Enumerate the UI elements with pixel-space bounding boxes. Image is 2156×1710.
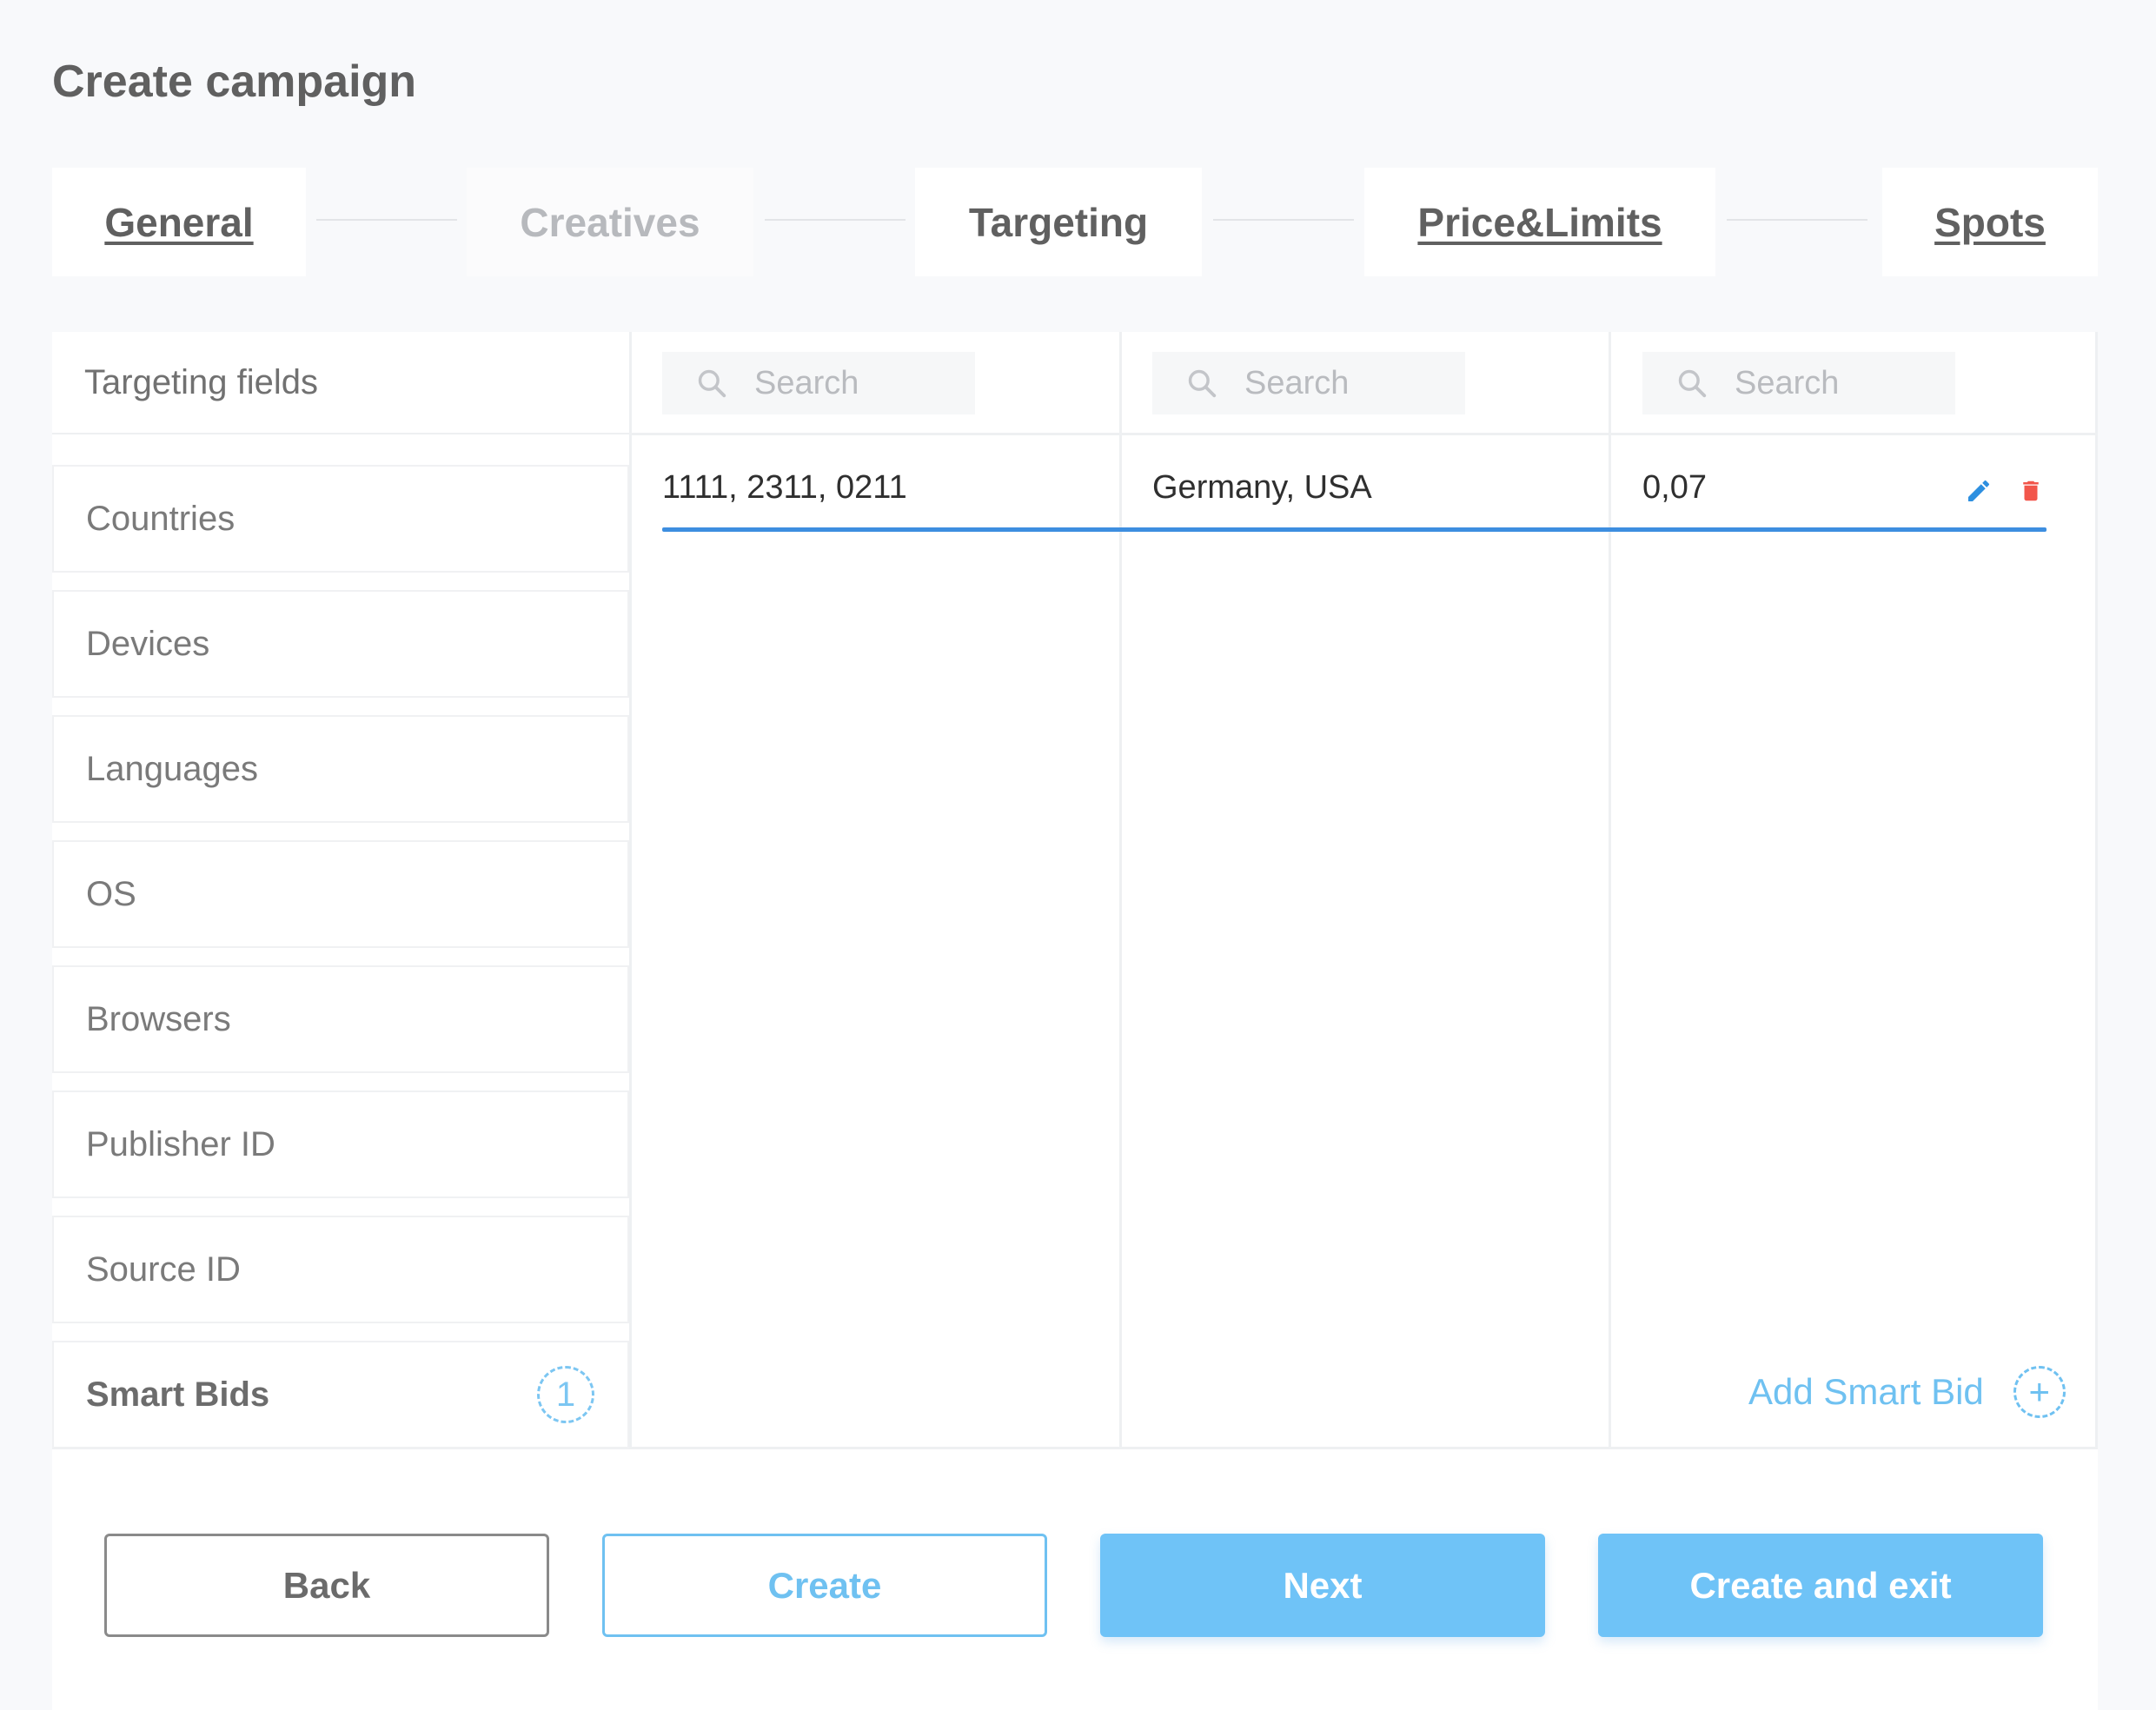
- trash-icon: [2023, 481, 2039, 501]
- create-button[interactable]: Create: [602, 1534, 1047, 1637]
- tab-price-limits[interactable]: Price&Limits: [1364, 168, 1715, 276]
- tab-creatives: Creatives: [467, 168, 753, 276]
- tab-targeting-label: Targeting: [968, 199, 1149, 245]
- create-and-exit-button[interactable]: Create and exit: [1598, 1534, 2043, 1637]
- tab-creatives-label: Creatives: [520, 199, 700, 245]
- search-placeholder: Search: [754, 364, 859, 401]
- field-item-smart-bids[interactable]: Smart Bids 1: [52, 1341, 629, 1448]
- step-connector: [765, 219, 906, 221]
- page-title: Create campaign: [52, 56, 417, 107]
- field-item-languages[interactable]: Languages: [52, 715, 629, 823]
- field-item-browsers[interactable]: Browsers: [52, 965, 629, 1073]
- table-cell-col1: 1111, 2311, 0211: [662, 469, 907, 506]
- add-smart-bid-button[interactable]: Add Smart Bid +: [1748, 1366, 2066, 1418]
- field-item-source-id[interactable]: Source ID: [52, 1216, 629, 1323]
- step-connector: [1213, 219, 1354, 221]
- table-cell-col2: Germany, USA: [1152, 469, 1372, 506]
- tab-price-limits-label: Price&Limits: [1417, 199, 1662, 245]
- tab-spots-label: Spots: [1934, 199, 2046, 245]
- tab-spots[interactable]: Spots: [1882, 168, 2098, 276]
- column-divider: [629, 332, 632, 1449]
- delete-button[interactable]: [2016, 476, 2046, 506]
- targeting-fields-header: Targeting fields: [52, 332, 629, 434]
- field-item-countries[interactable]: Countries: [52, 465, 629, 573]
- tab-targeting[interactable]: Targeting: [915, 168, 1202, 276]
- next-button[interactable]: Next: [1100, 1534, 1545, 1637]
- column-divider: [2095, 332, 2098, 1449]
- search-placeholder: Search: [1244, 364, 1350, 401]
- search-input-col3[interactable]: Search: [1642, 352, 1955, 414]
- column-divider: [1119, 332, 1122, 1449]
- table-cell-col3: 0,07: [1642, 469, 1707, 506]
- search-placeholder: Search: [1735, 364, 1840, 401]
- back-button[interactable]: Back: [104, 1534, 549, 1637]
- add-smart-bid-label: Add Smart Bid: [1748, 1371, 1984, 1412]
- step-connector: [1727, 219, 1867, 221]
- column-divider: [1609, 332, 1611, 1449]
- field-item-devices[interactable]: Devices: [52, 590, 629, 698]
- plus-icon: +: [2013, 1366, 2066, 1418]
- tab-general-label: General: [104, 199, 254, 245]
- edit-button[interactable]: [1964, 476, 1993, 506]
- smart-bids-label: Smart Bids: [86, 1375, 270, 1414]
- tab-general[interactable]: General: [52, 168, 306, 276]
- search-input-col2[interactable]: Search: [1152, 352, 1465, 414]
- search-input-col1[interactable]: Search: [662, 352, 975, 414]
- search-icon: [1678, 369, 1707, 398]
- step-connector: [316, 219, 457, 221]
- smart-bids-count-badge: 1: [537, 1366, 594, 1423]
- pencil-icon: [1968, 480, 1990, 501]
- search-icon: [698, 369, 726, 398]
- search-icon: [1188, 369, 1217, 398]
- field-item-publisher-id[interactable]: Publisher ID: [52, 1090, 629, 1198]
- header-divider: [629, 433, 2098, 435]
- row-underline: [662, 527, 2047, 532]
- field-item-os[interactable]: OS: [52, 840, 629, 948]
